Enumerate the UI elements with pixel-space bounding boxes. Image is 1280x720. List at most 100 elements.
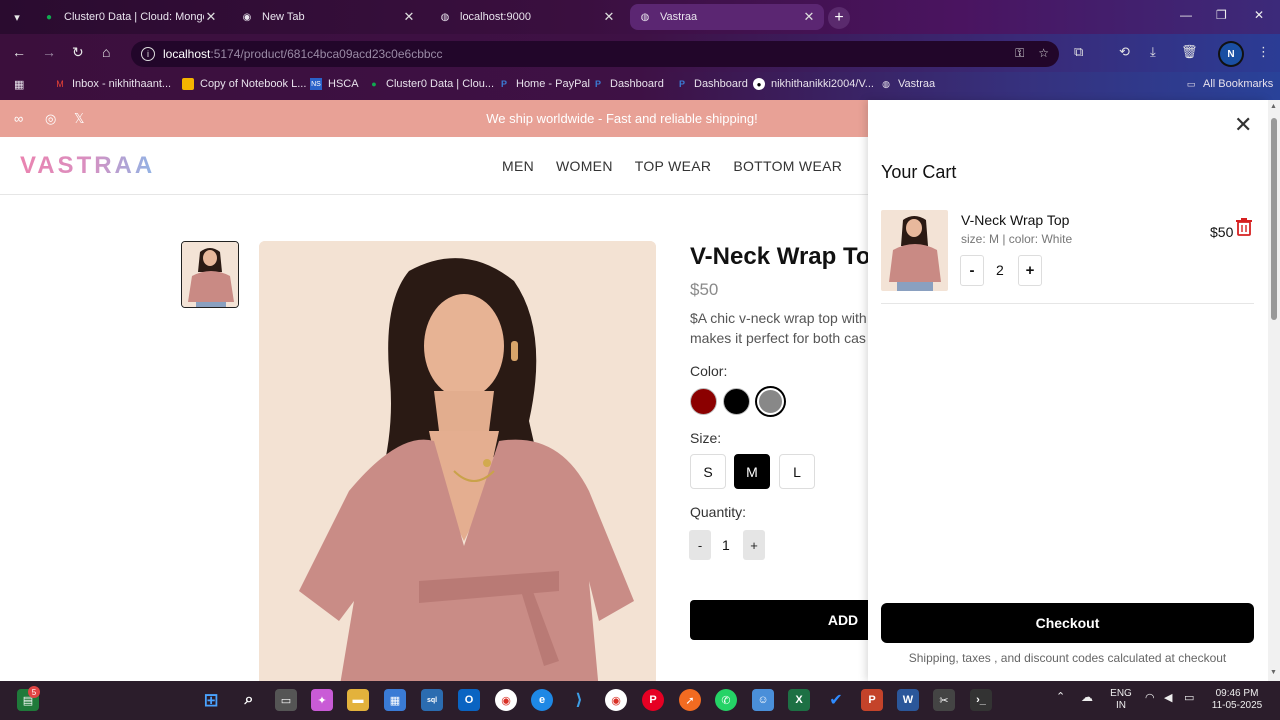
quantity-increase-button[interactable]: + bbox=[743, 530, 765, 560]
gmail-icon: M bbox=[56, 79, 64, 89]
cart-quantity-decrease-button[interactable]: - bbox=[960, 255, 984, 286]
maximize-icon[interactable]: ❐ bbox=[1216, 8, 1227, 22]
word-icon[interactable]: W bbox=[897, 689, 919, 711]
show-hidden-icons-icon[interactable]: ⌃ bbox=[1056, 691, 1065, 703]
bookmark-paypal-home[interactable]: P Home - PayPal bbox=[498, 78, 590, 90]
delete-icon[interactable]: 🗑 bbox=[1181, 44, 1198, 60]
size-button-m[interactable]: M bbox=[734, 454, 770, 489]
history-icon[interactable]: ⟲ bbox=[1119, 44, 1130, 60]
site-info-icon[interactable]: i bbox=[141, 47, 155, 61]
new-tab-button[interactable]: + bbox=[828, 7, 850, 29]
address-bar[interactable]: i localhost:5174/product/681c4bca09acd23… bbox=[131, 41, 1059, 67]
window-close-icon[interactable]: ✕ bbox=[1254, 8, 1264, 22]
copilot-icon[interactable]: ✦ bbox=[311, 689, 333, 711]
product-thumbnail[interactable] bbox=[181, 241, 239, 308]
color-swatch-gray[interactable] bbox=[757, 388, 784, 415]
outlook-icon[interactable]: O bbox=[458, 689, 480, 711]
color-swatch-darkred[interactable] bbox=[690, 388, 717, 415]
scroll-down-arrow-icon[interactable]: ▼ bbox=[1270, 669, 1277, 676]
postman-icon[interactable]: ➚ bbox=[679, 689, 701, 711]
language-indicator[interactable]: ENG IN bbox=[1108, 688, 1134, 712]
cart-quantity-increase-button[interactable]: + bbox=[1018, 255, 1042, 286]
edge-icon[interactable]: e bbox=[531, 689, 553, 711]
bookmark-cluster0[interactable]: ● Cluster0 Data | Clou... bbox=[368, 78, 494, 90]
bookmark-notebook[interactable]: Copy of Notebook L... bbox=[182, 78, 306, 90]
nav-women[interactable]: WOMEN bbox=[556, 158, 613, 174]
tab-mongodb[interactable]: ● Cluster0 Data | Cloud: MongoDB ✕ bbox=[34, 4, 226, 30]
chrome-profile-icon[interactable]: ◉ bbox=[605, 689, 627, 711]
forward-icon[interactable]: → bbox=[42, 44, 56, 60]
quantity-decrease-button[interactable]: - bbox=[689, 530, 711, 560]
size-button-s[interactable]: S bbox=[690, 454, 726, 489]
pinterest-icon[interactable]: P bbox=[642, 689, 664, 711]
product-price: $50 bbox=[690, 280, 719, 299]
todo-icon[interactable]: ✔ bbox=[825, 689, 847, 711]
onedrive-cloud-icon[interactable]: ☁ bbox=[1081, 691, 1093, 703]
clock-time: 09:46 PM bbox=[1215, 688, 1259, 699]
back-icon[interactable]: ← bbox=[12, 44, 26, 60]
teams-icon[interactable]: ☺ bbox=[752, 689, 774, 711]
tab-close-icon[interactable]: ✕ bbox=[602, 9, 616, 25]
bookmark-dashboard-2[interactable]: P Dashboard bbox=[676, 78, 748, 90]
bookmark-hsca[interactable]: NS HSCA bbox=[310, 78, 359, 90]
battery-icon[interactable]: ▭ bbox=[1184, 692, 1194, 704]
checkout-button[interactable]: Checkout bbox=[881, 603, 1254, 643]
home-icon[interactable]: ⌂ bbox=[102, 44, 110, 60]
tab-close-icon[interactable]: ✕ bbox=[402, 9, 416, 25]
whatsapp-icon[interactable]: ✆ bbox=[715, 689, 737, 711]
all-bookmarks[interactable]: ▭ All Bookmarks bbox=[1185, 78, 1274, 90]
chrome-icon[interactable]: ◉ bbox=[495, 689, 517, 711]
download-icon[interactable]: ⤓ bbox=[1150, 44, 1156, 60]
excel-icon[interactable]: X bbox=[788, 689, 810, 711]
tab-localhost-9000[interactable]: ◍ localhost:9000 ✕ bbox=[430, 4, 624, 30]
search-icon[interactable]: ⌕ bbox=[238, 689, 260, 711]
apps-grid-icon[interactable]: ▦ bbox=[14, 78, 24, 91]
task-view-icon[interactable]: ▭ bbox=[275, 689, 297, 711]
main-nav: MEN WOMEN TOP WEAR BOTTOM WEAR bbox=[502, 158, 842, 174]
ms-store-icon[interactable]: ▦ bbox=[384, 689, 406, 711]
tab-close-icon[interactable]: ✕ bbox=[204, 9, 218, 25]
folder-icon: ▭ bbox=[1186, 78, 1196, 89]
bookmark-star-icon[interactable]: ☆ bbox=[1038, 46, 1049, 61]
color-swatch-black[interactable] bbox=[723, 388, 750, 415]
vscode-icon[interactable]: ⟩ bbox=[568, 689, 590, 711]
profile-avatar[interactable]: N bbox=[1220, 43, 1242, 65]
clock[interactable]: 09:46 PM 11-05-2025 bbox=[1206, 688, 1268, 712]
site-logo[interactable]: VASTRAA bbox=[20, 152, 155, 180]
mysql-workbench-icon[interactable]: sql bbox=[421, 689, 443, 711]
volume-icon[interactable]: ◀ bbox=[1164, 692, 1172, 704]
password-key-icon[interactable]: ⚿ bbox=[1015, 46, 1024, 61]
terminal-icon[interactable]: ›_ bbox=[970, 689, 992, 711]
bookmark-gmail[interactable]: M Inbox - nikhithaant... bbox=[54, 78, 171, 90]
scroll-up-arrow-icon[interactable]: ▲ bbox=[1270, 103, 1277, 110]
page-scrollbar[interactable]: ▲ ▼ bbox=[1268, 100, 1280, 681]
scrollbar-thumb[interactable] bbox=[1271, 118, 1277, 320]
wifi-icon[interactable]: ◠ bbox=[1145, 692, 1155, 704]
clock-date: 11-05-2025 bbox=[1211, 700, 1263, 711]
region-code: IN bbox=[1116, 700, 1126, 711]
tab-close-icon[interactable]: ✕ bbox=[802, 9, 816, 25]
file-explorer-icon[interactable]: ▬ bbox=[347, 689, 369, 711]
extensions-icon[interactable]: ⧉ bbox=[1074, 44, 1083, 60]
menu-kebab-icon[interactable]: ⋮ bbox=[1257, 44, 1270, 60]
tab-vastraa[interactable]: ◍ Vastraa ✕ bbox=[630, 4, 824, 30]
nav-bottom-wear[interactable]: BOTTOM WEAR bbox=[733, 158, 842, 174]
minimize-icon[interactable]: — bbox=[1180, 8, 1192, 22]
size-button-l[interactable]: L bbox=[779, 454, 815, 489]
add-to-cart-label: ADD bbox=[827, 612, 859, 628]
quantity-label: Quantity: bbox=[690, 504, 747, 520]
nav-men[interactable]: MEN bbox=[502, 158, 534, 174]
windows-start-icon[interactable]: ⊞ bbox=[200, 689, 222, 711]
tab-new-tab[interactable]: ◉ New Tab ✕ bbox=[232, 4, 424, 30]
bookmark-vastraa[interactable]: ◍ Vastraa bbox=[880, 78, 935, 90]
cart-divider bbox=[881, 303, 1254, 304]
tab-search-chevron-icon[interactable]: ▾ bbox=[6, 6, 28, 28]
powerpoint-icon[interactable]: P bbox=[861, 689, 883, 711]
trash-icon[interactable] bbox=[1236, 218, 1252, 236]
nav-top-wear[interactable]: TOP WEAR bbox=[635, 158, 712, 174]
reload-icon[interactable]: ↻ bbox=[72, 44, 84, 61]
bookmark-github[interactable]: ● nikhithanikki2004/V... bbox=[753, 78, 874, 90]
snipping-tool-icon[interactable]: ✂ bbox=[933, 689, 955, 711]
close-cart-icon[interactable]: ✕ bbox=[1234, 112, 1252, 138]
bookmark-dashboard-1[interactable]: P Dashboard bbox=[592, 78, 664, 90]
